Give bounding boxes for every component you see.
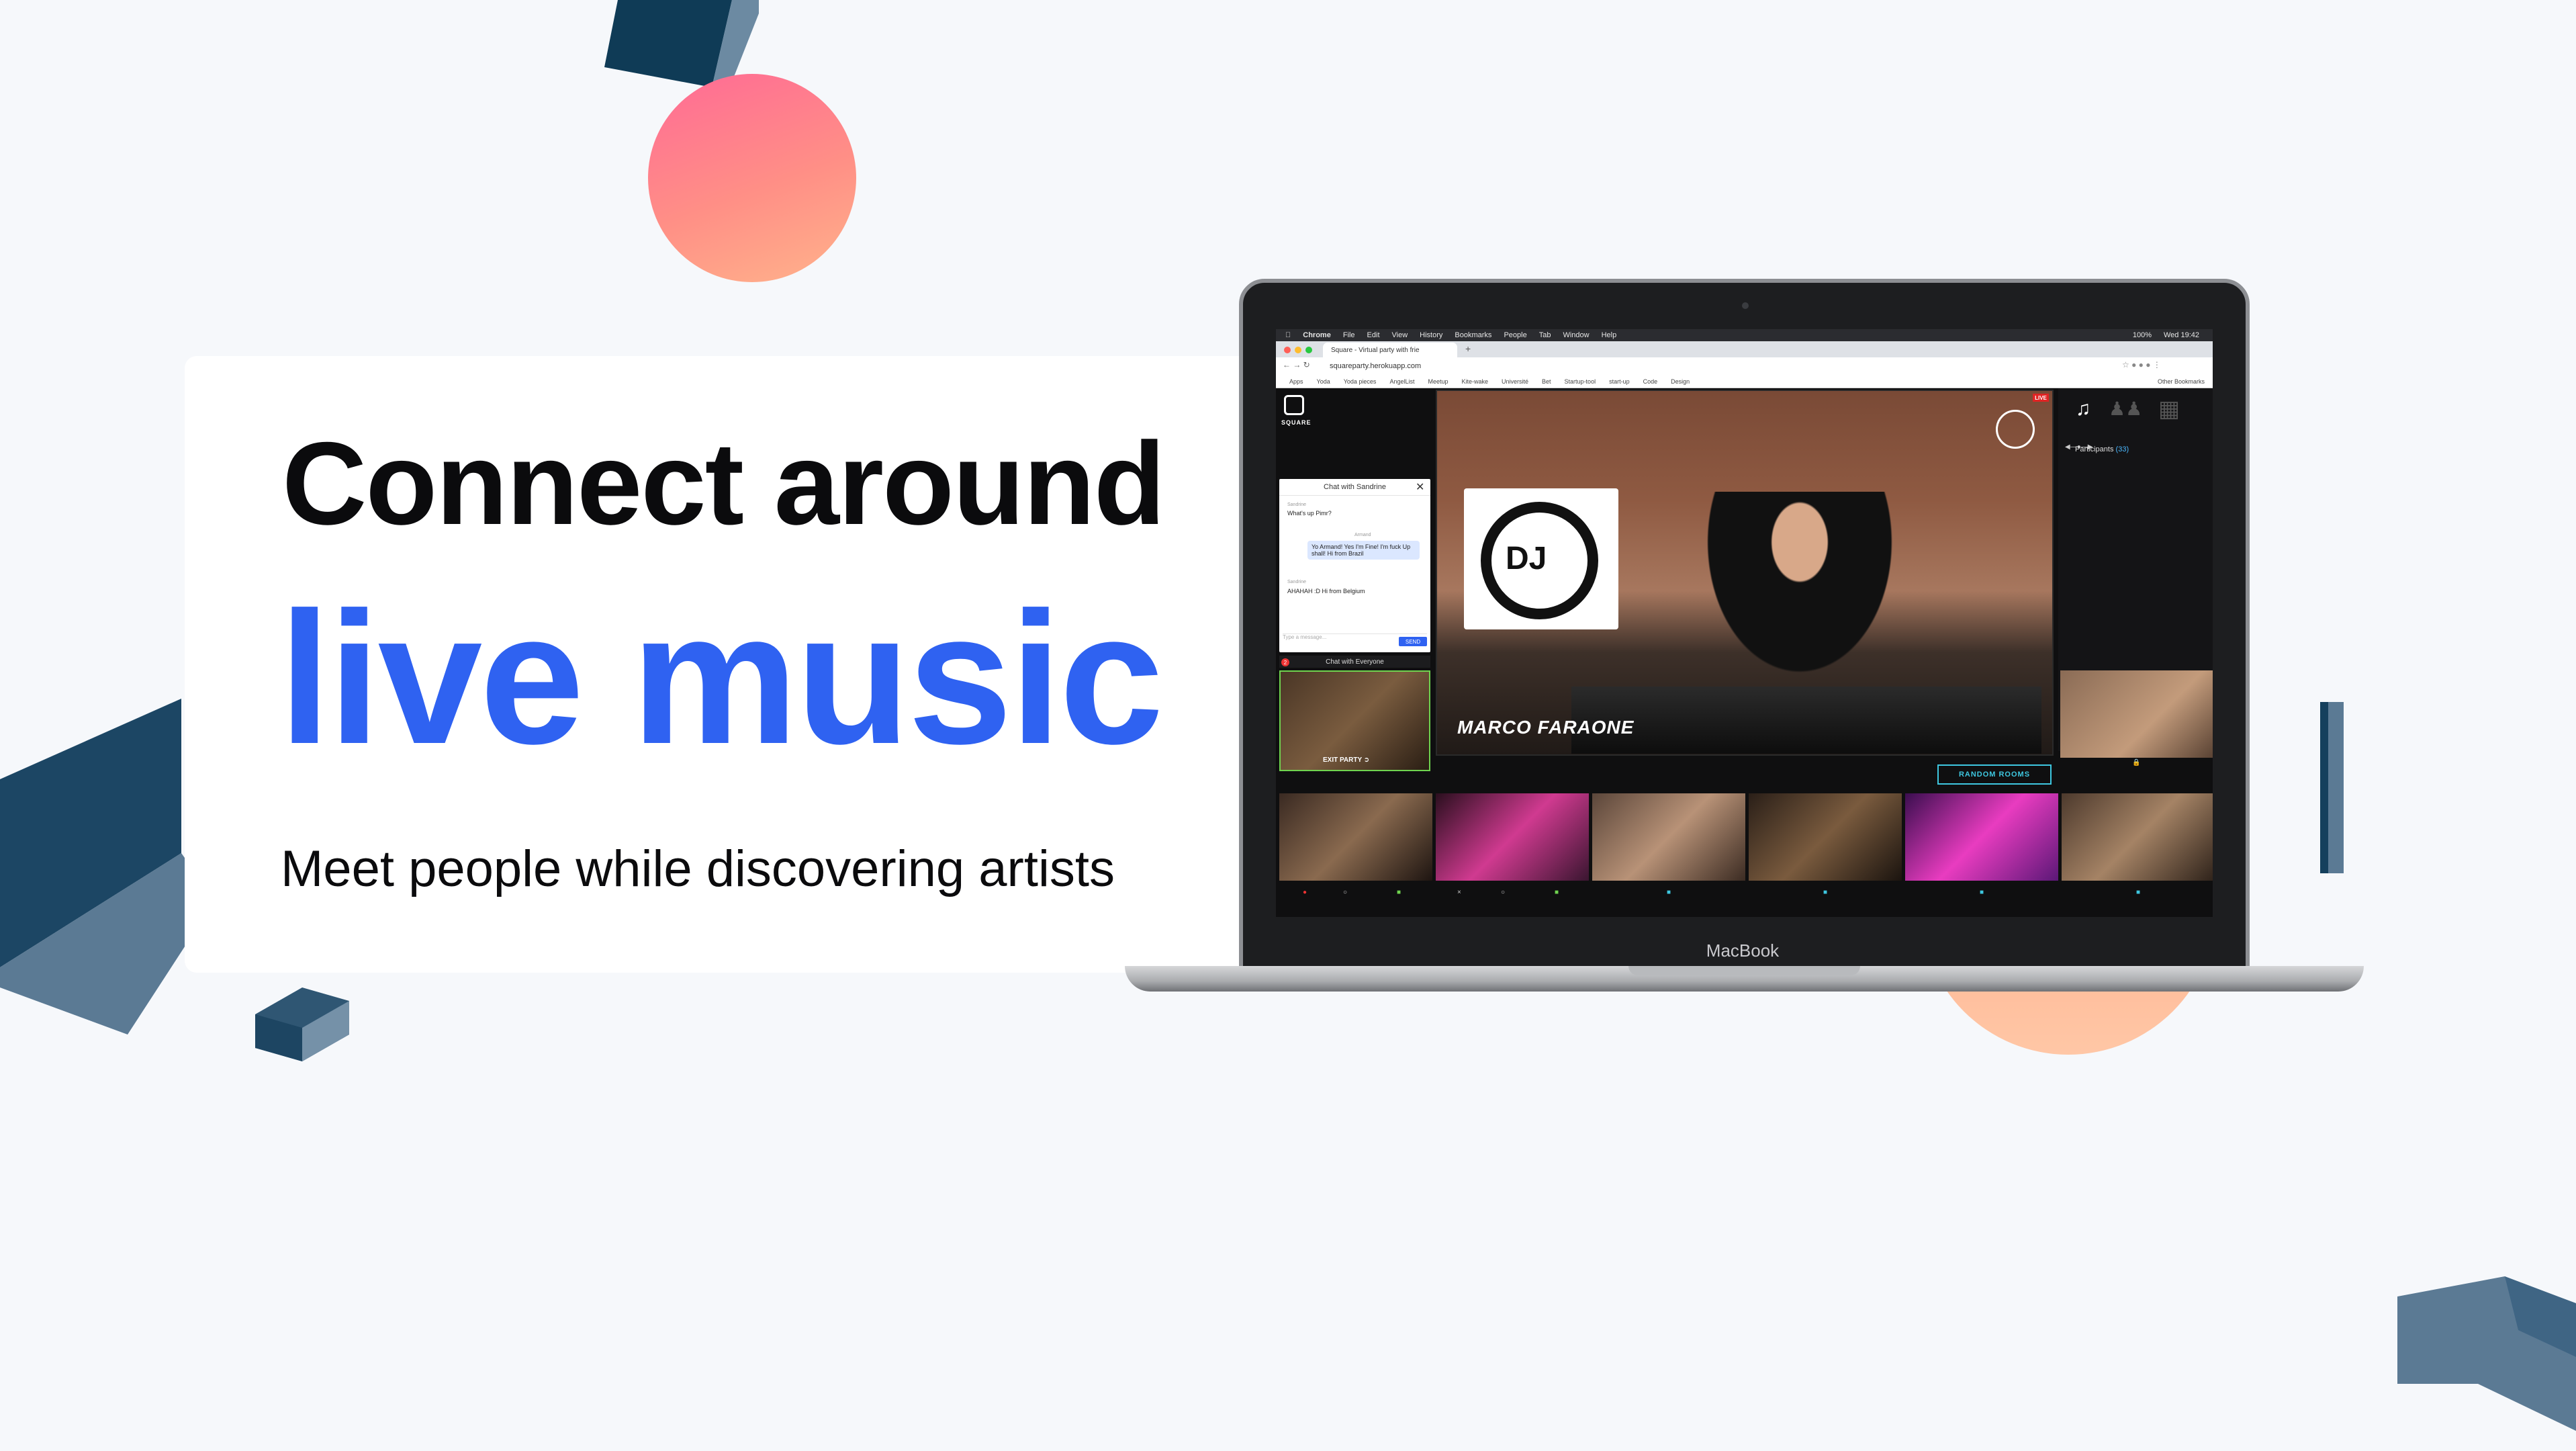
- lock-icon[interactable]: ■: [1397, 889, 1401, 896]
- menu-item[interactable]: Edit: [1367, 331, 1380, 339]
- macbook-label: MacBook: [1706, 940, 1780, 961]
- chat-message: AHAHAH :D Hi from Belgium: [1287, 588, 1365, 595]
- laptop-notch: [1628, 966, 1860, 975]
- participant-video: [2062, 793, 2213, 881]
- participant-video: [1436, 793, 1589, 881]
- dj-performer: [1692, 492, 1907, 693]
- message-sender: Armand: [1354, 533, 1371, 537]
- lock-icon[interactable]: 🔒: [2132, 759, 2140, 766]
- new-tab-icon[interactable]: +: [1465, 343, 1471, 354]
- menu-item[interactable]: Bookmarks: [1455, 331, 1491, 339]
- bookmark-item[interactable]: Kite-wake: [1462, 378, 1489, 385]
- participant-video: [1749, 793, 1902, 881]
- bookmark-item[interactable]: Meetup: [1428, 378, 1448, 385]
- decorative-bar-right: [2320, 702, 2344, 873]
- lock-icon[interactable]: ■: [1823, 889, 1827, 896]
- chat-with-everyone-button[interactable]: Chat with Everyone: [1279, 656, 1430, 668]
- bookmarks-bar: Apps Yoda Yoda pieces AngelList Meetup K…: [1276, 375, 2213, 388]
- bookmark-item[interactable]: Apps: [1289, 378, 1303, 385]
- browser-tabbar: Square - Virtual party with frie +: [1276, 341, 2213, 357]
- maximize-window-icon[interactable]: [1305, 347, 1312, 353]
- random-rooms-button[interactable]: RANDOM ROOMS: [1937, 764, 2052, 785]
- dj-hq-watermark-icon: [1996, 410, 2035, 449]
- bookmark-item[interactable]: Design: [1671, 378, 1690, 385]
- close-icon[interactable]: ✕: [1416, 480, 1424, 494]
- menu-item[interactable]: Chrome: [1303, 331, 1331, 339]
- message-sender: Sandrine: [1287, 580, 1307, 584]
- bookmark-item[interactable]: start-up: [1609, 378, 1630, 385]
- decorative-small-cube: [255, 987, 349, 1061]
- lock-icon[interactable]: ■: [1555, 889, 1559, 896]
- square-logo-icon[interactable]: [1284, 395, 1304, 415]
- menu-item[interactable]: People: [1504, 331, 1526, 339]
- bookmark-item[interactable]: Startup-tool: [1565, 378, 1596, 385]
- lock-icon[interactable]: ■: [1667, 889, 1671, 896]
- dj-logo-text: DJ: [1506, 541, 1547, 576]
- bookmark-item[interactable]: Bet: [1542, 378, 1551, 385]
- battery-status: 100%: [2132, 331, 2152, 339]
- participant-video: [2060, 670, 2213, 758]
- bookmark-item[interactable]: Université: [1502, 378, 1528, 385]
- lock-icon[interactable]: ■: [2136, 889, 2140, 896]
- participant-video: [1592, 793, 1745, 881]
- dj-view-icon[interactable]: ♫: [2070, 396, 2096, 422]
- chat-bubble-icon[interactable]: ○: [1343, 889, 1347, 896]
- participants-count[interactable]: Participants (33): [2075, 445, 2129, 453]
- clock: Wed 19:42: [2163, 331, 2199, 339]
- chat-title: Chat with Sandrine: [1279, 479, 1430, 496]
- send-button[interactable]: SEND: [1399, 637, 1427, 646]
- headline-line-1: Connect around: [282, 419, 1166, 549]
- grid-view-icon[interactable]: ▦: [2152, 396, 2186, 422]
- bookmark-item[interactable]: Yoda: [1317, 378, 1330, 385]
- message-sender: Sandrine: [1287, 502, 1307, 507]
- dj-deck: [1571, 687, 2041, 754]
- lock-icon[interactable]: ■: [1980, 889, 1984, 896]
- nav-arrows-icon[interactable]: ← → ↻: [1283, 360, 1310, 369]
- decorative-cube-bottom-right: [2397, 1276, 2576, 1431]
- menu-item[interactable]: Window: [1563, 331, 1589, 339]
- browser-tab[interactable]: Square - Virtual party with frie: [1323, 343, 1457, 357]
- bookmark-item[interactable]: Code: [1643, 378, 1658, 385]
- participant-video: [1905, 793, 2058, 881]
- participant-video: [1279, 793, 1432, 881]
- address-bar: ← → ↻ squareparty.herokuapp.com ☆ ● ● ● …: [1276, 357, 2213, 376]
- extensions-icons[interactable]: ☆ ● ● ● ⋮: [2122, 360, 2161, 369]
- chat-message: What's up Pimr?: [1287, 510, 1332, 517]
- menu-item[interactable]: Tab: [1539, 331, 1551, 339]
- url-field[interactable]: squareparty.herokuapp.com: [1330, 361, 2001, 371]
- decorative-cube-left: [0, 699, 215, 1035]
- main-stage-video: DJ MARCO FARAONE LIVE: [1436, 390, 2054, 756]
- bookmark-item[interactable]: Yoda pieces: [1344, 378, 1377, 385]
- chat-panel: Chat with Sandrine ✕ Sandrine What's up …: [1279, 479, 1430, 652]
- chat-bubble-icon[interactable]: ○: [1501, 889, 1505, 896]
- decorative-pink-circle: [648, 74, 856, 282]
- bookmark-item[interactable]: Other Bookmarks: [2158, 378, 2205, 385]
- exit-party-button[interactable]: EXIT PARTY ➲: [1323, 756, 1369, 764]
- menu-item[interactable]: View: [1392, 331, 1408, 339]
- laptop-screen:  Chrome File Edit View History Bookmark…: [1276, 329, 2213, 917]
- bookmark-item[interactable]: AngelList: [1389, 378, 1414, 385]
- square-app: SQUARE Chat with Sandrine ✕ Sandrine Wha…: [1276, 388, 2213, 917]
- chat-message: Yo Armand! Yes I'm Fine! I'm fuck Up sha…: [1307, 541, 1420, 560]
- hero-subtitle: Meet people while discovering artists: [281, 840, 1115, 897]
- headline-line-2: live music: [279, 574, 1164, 783]
- square-logo-text: SQUARE: [1281, 419, 1312, 426]
- menu-item[interactable]: Help: [1602, 331, 1617, 339]
- artist-name: MARCO FARAONE: [1457, 717, 1635, 738]
- apple-icon: : [1285, 331, 1291, 339]
- unread-badge: 2: [1281, 658, 1289, 666]
- window-controls: [1284, 347, 1312, 353]
- mic-off-icon[interactable]: ×: [1457, 889, 1461, 896]
- close-window-icon[interactable]: [1284, 347, 1291, 353]
- menu-item[interactable]: History: [1420, 331, 1442, 339]
- live-badge: LIVE: [2033, 394, 2049, 402]
- dancers-view-icon[interactable]: ♟♟: [2109, 396, 2142, 422]
- camera-icon: [1742, 302, 1749, 309]
- minimize-window-icon[interactable]: [1295, 347, 1301, 353]
- macos-menubar:  Chrome File Edit View History Bookmark…: [1276, 329, 2213, 341]
- menu-item[interactable]: File: [1343, 331, 1355, 339]
- mic-muted-icon[interactable]: ●: [1303, 889, 1307, 896]
